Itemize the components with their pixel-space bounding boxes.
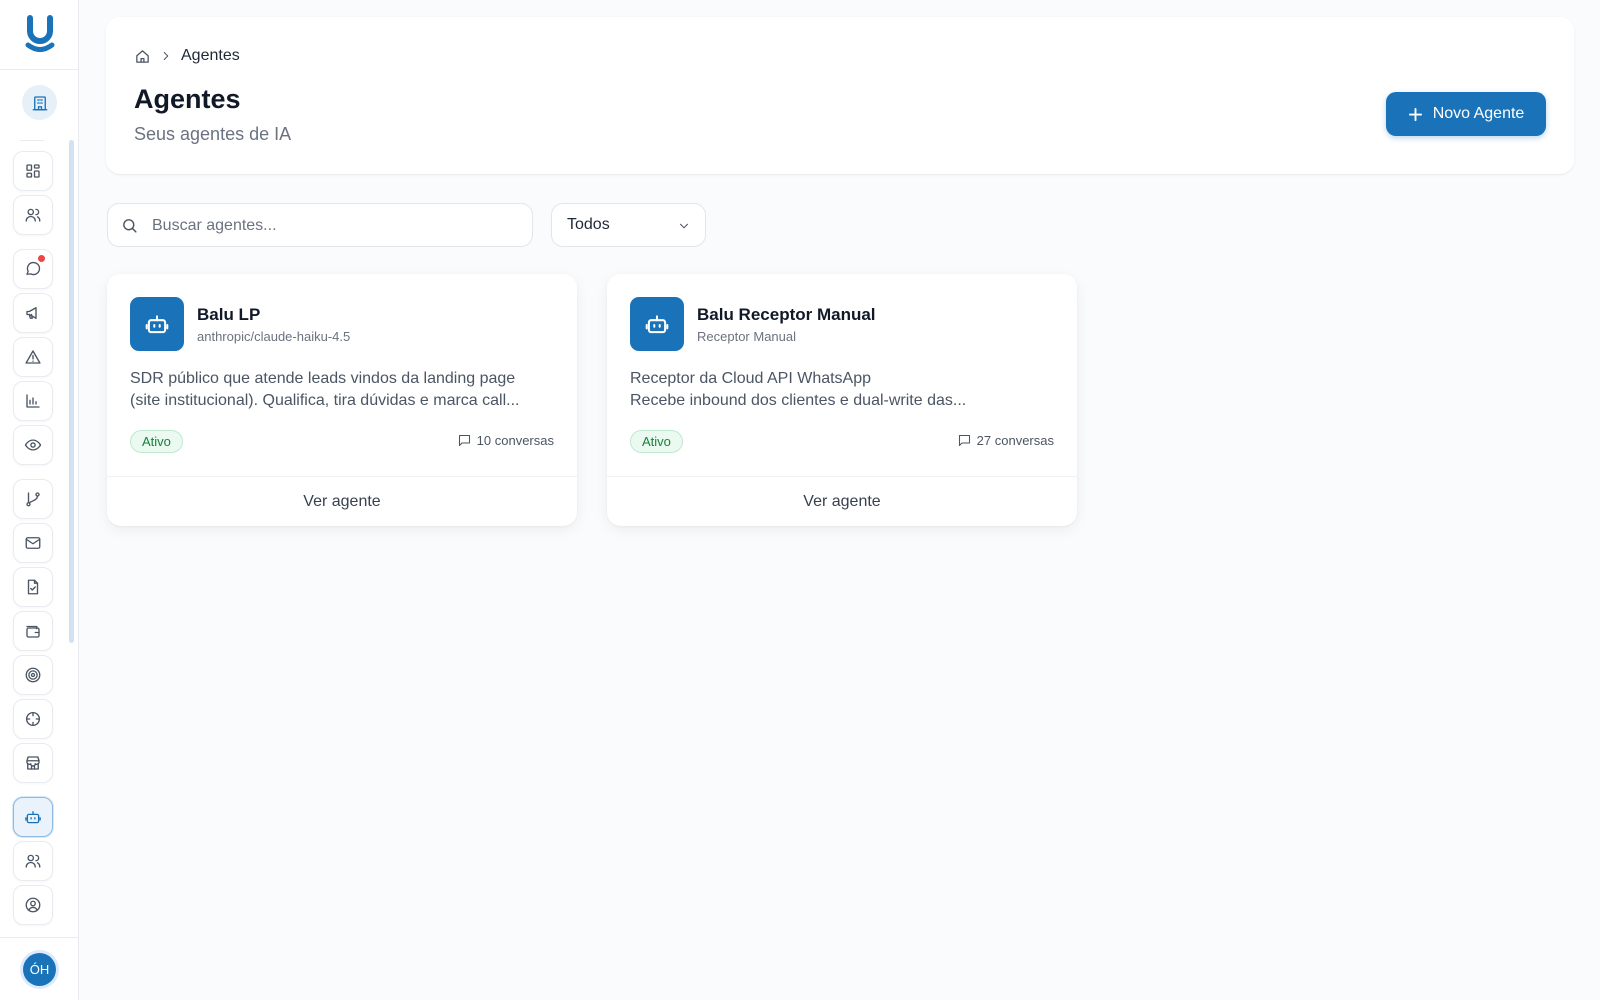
new-agent-button[interactable]: Novo Agente <box>1386 92 1546 136</box>
users-icon <box>25 854 41 868</box>
agent-description-line: (site institucional). Qualifica, tira dú… <box>130 392 520 409</box>
view-agent-button[interactable]: Ver agente <box>107 476 577 526</box>
sidebar-item-alerts[interactable] <box>13 337 53 377</box>
eye-icon <box>24 439 42 451</box>
bar-chart-icon <box>26 394 40 408</box>
breadcrumb-current: Agentes <box>181 47 240 64</box>
sidebar-item-email[interactable] <box>13 523 53 563</box>
sidebar-item-contacts[interactable] <box>13 195 53 235</box>
agent-avatar <box>630 297 684 351</box>
sidebar-divider <box>0 69 79 70</box>
chevron-right-icon <box>163 51 169 61</box>
agent-card: Balu LP anthropic/claude-haiku-4.5 SDR p… <box>107 274 577 526</box>
search-box <box>107 203 533 247</box>
sidebar-item-dashboard[interactable] <box>13 151 53 191</box>
agent-name: Balu Receptor Manual <box>697 305 876 324</box>
file-check-icon <box>27 579 39 595</box>
notification-dot <box>37 254 46 263</box>
agent-description-line: Recebe inbound dos clientes e dual-write… <box>630 392 967 409</box>
user-avatar[interactable]: ÓH <box>23 953 56 986</box>
user-circle-icon <box>25 897 41 913</box>
sidebar-item-agents[interactable] <box>13 797 53 837</box>
sidebar-item-conversations[interactable] <box>13 249 53 289</box>
sidebar-item-team[interactable] <box>13 841 53 881</box>
git-branch-icon <box>26 492 40 507</box>
brand-logo[interactable] <box>11 9 69 59</box>
warning-icon <box>25 350 41 364</box>
agent-subtitle: anthropic/claude-haiku-4.5 <box>197 329 351 344</box>
breadcrumb: Agentes <box>134 47 240 65</box>
search-input[interactable] <box>152 214 512 238</box>
crosshair-icon <box>25 711 41 727</box>
megaphone-icon <box>26 307 37 319</box>
conversation-count-label: 10 conversas <box>476 433 554 448</box>
sidebar-item-tracking[interactable] <box>13 699 53 739</box>
search-icon <box>123 219 137 233</box>
status-filter-select[interactable]: Todos <box>551 203 706 247</box>
sidebar-item-profile[interactable] <box>13 885 53 925</box>
sidebar-divider <box>20 140 44 141</box>
sidebar-item-monitoring[interactable] <box>13 425 53 465</box>
chevron-down-icon <box>679 223 689 229</box>
agent-avatar <box>130 297 184 351</box>
plus-icon <box>1408 107 1422 121</box>
sidebar-item-wallet[interactable] <box>13 611 53 651</box>
wallet-icon <box>26 625 40 638</box>
store-icon <box>26 756 40 770</box>
page-header: Agentes Agentes Seus agentes de IA Novo … <box>106 17 1574 174</box>
mail-icon <box>25 537 41 549</box>
sidebar-divider <box>0 937 79 938</box>
grid-icon <box>26 164 40 178</box>
sidebar-item-flows[interactable] <box>13 479 53 519</box>
brand-u-logo-icon <box>25 15 55 52</box>
page-subtitle: Seus agentes de IA <box>134 124 292 144</box>
conversation-count: 27 conversas <box>957 433 1054 448</box>
bot-icon <box>645 315 669 334</box>
building-icon <box>32 95 47 110</box>
bot-icon <box>25 811 41 824</box>
agent-description: Receptor da Cloud API WhatsApp Recebe in… <box>630 368 1050 412</box>
sidebar-item-reports[interactable] <box>13 381 53 421</box>
status-badge: Ativo <box>130 430 183 453</box>
agent-subtitle: Receptor Manual <box>697 329 796 344</box>
page-title: Agentes <box>134 84 241 114</box>
organization-button[interactable] <box>22 85 57 120</box>
target-icon <box>25 667 41 683</box>
status-filter-value: Todos <box>567 216 610 233</box>
status-badge: Ativo <box>630 430 683 453</box>
users-icon <box>25 208 41 222</box>
message-square-icon <box>958 434 970 447</box>
sidebar-item-goals[interactable] <box>13 655 53 695</box>
agent-card: Balu Receptor Manual Receptor Manual Rec… <box>607 274 1077 526</box>
bot-icon <box>145 315 169 334</box>
view-agent-button[interactable]: Ver agente <box>607 476 1077 526</box>
agent-description: SDR público que atende leads vindos da l… <box>130 368 550 412</box>
sidebar-item-documents[interactable] <box>13 567 53 607</box>
agent-description-line: SDR público que atende leads vindos da l… <box>130 370 516 387</box>
home-icon[interactable] <box>134 48 151 65</box>
agent-name: Balu LP <box>197 305 261 324</box>
conversation-count-label: 27 conversas <box>976 433 1054 448</box>
message-square-icon <box>458 434 470 447</box>
sidebar: ÓH <box>0 0 79 1000</box>
sidebar-item-store[interactable] <box>13 743 53 783</box>
conversation-count: 10 conversas <box>457 433 554 448</box>
new-agent-button-label: Novo Agente <box>1432 105 1525 122</box>
sidebar-item-campaigns[interactable] <box>13 293 53 333</box>
sidebar-scrollbar[interactable] <box>69 140 74 643</box>
agent-description-line: Receptor da Cloud API WhatsApp <box>630 370 872 387</box>
